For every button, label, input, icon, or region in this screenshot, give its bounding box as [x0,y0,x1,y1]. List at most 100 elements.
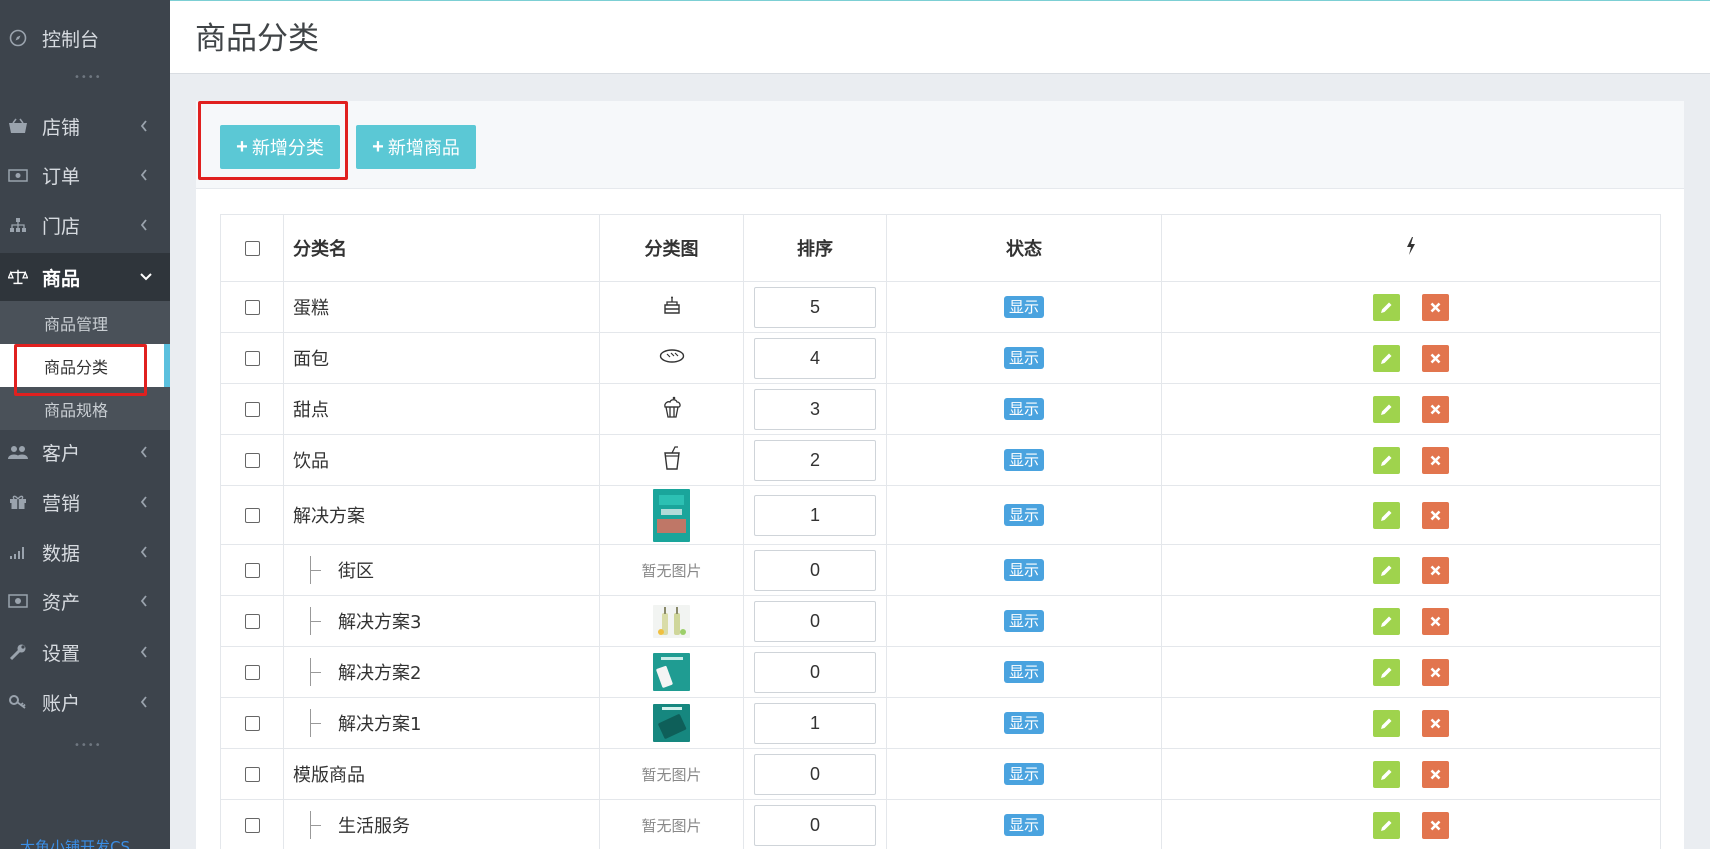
sort-cell [743,383,887,435]
thumb-bottles [653,604,690,638]
table-row: 解决方案1 显示 [220,697,1661,749]
toolbar: + 新增分类 + 新增商品 [196,101,1684,189]
row-check-cell [220,332,284,384]
content-panel: + 新增分类 + 新增商品 分类名 分类图 排序 状态 蛋糕 5 显示 面包 4… [196,101,1684,849]
row-checkbox[interactable] [244,665,260,680]
row-checkbox[interactable] [244,818,260,833]
pencil-icon [1381,404,1392,415]
chevron-left-icon [140,219,154,231]
edit-button[interactable] [1373,760,1400,788]
category-image-cell [599,281,744,333]
row-checkbox[interactable] [244,767,260,782]
add-product-button[interactable]: + 新增商品 [356,125,476,169]
sort-input[interactable] [754,702,876,744]
sidebar-item-data[interactable]: 数据 [0,530,170,574]
sort-input[interactable] [754,439,876,481]
sidebar-item-products[interactable]: 商品 [0,253,170,301]
edit-button[interactable] [1373,344,1400,372]
row-checkbox[interactable] [244,351,260,366]
status-badge[interactable]: 显示 [1003,610,1044,632]
category-name: 解决方案3 [338,612,422,633]
edit-button[interactable] [1373,658,1400,686]
delete-button[interactable] [1422,293,1449,321]
bar-signal-icon [8,545,28,559]
status-badge[interactable]: 显示 [1003,814,1044,836]
edit-button[interactable] [1373,556,1400,584]
delete-button[interactable] [1422,446,1449,474]
sidebar: 控制台 •••• 店铺 订单 门店 商品 商品管理 商品分类 商品规格 客户 营… [0,0,170,849]
sort-input[interactable] [754,388,876,430]
row-checkbox[interactable] [244,453,260,468]
sort-input[interactable] [754,753,876,795]
delete-button[interactable] [1422,811,1449,839]
close-icon [1430,455,1441,465]
delete-button[interactable] [1422,344,1449,372]
select-all-checkbox[interactable] [244,241,260,256]
row-checkbox[interactable] [244,508,260,523]
sidebar-item-account[interactable]: 账户 [0,680,170,724]
sidebar-item-customers[interactable]: 客户 [0,430,170,474]
category-image-cell [599,332,744,384]
row-check-cell [220,485,284,545]
delete-button[interactable] [1422,556,1449,584]
sort-input[interactable] [754,494,876,536]
sidebar-item-marketing[interactable]: 营销 [0,480,170,524]
delete-button[interactable] [1422,658,1449,686]
sidebar-item-orders[interactable]: 订单 [0,153,170,197]
row-checkbox[interactable] [244,614,260,629]
status-badge[interactable]: 显示 [1003,712,1044,734]
sort-input[interactable] [754,600,876,642]
edit-button[interactable] [1373,293,1400,321]
delete-button[interactable] [1422,607,1449,635]
sort-cell [743,332,887,384]
sort-input[interactable] [754,549,876,591]
delete-button[interactable] [1422,709,1449,737]
edit-button[interactable] [1373,709,1400,737]
row-checkbox[interactable] [244,402,260,417]
status-badge[interactable]: 显示 [1003,347,1044,369]
sidebar-item-assets[interactable]: 资产 [0,579,170,623]
delete-button[interactable] [1422,760,1449,788]
sidebar-item-settings[interactable]: 设置 [0,630,170,674]
category-name: 解决方案 [283,485,600,545]
add-product-label: 新增商品 [387,138,460,158]
sort-input[interactable] [754,804,876,846]
edit-button[interactable] [1373,446,1400,474]
highlight-box [14,344,147,396]
status-badge[interactable]: 显示 [1003,504,1044,526]
sidebar-item-dashboard[interactable]: 控制台 [0,16,170,60]
wrench-icon [8,643,28,661]
sort-input[interactable] [754,651,876,693]
edit-button[interactable] [1373,607,1400,635]
status-badge[interactable]: 显示 [1003,661,1044,683]
actions-cell [1161,485,1661,545]
row-checkbox[interactable] [244,563,260,578]
table-row: 甜点 显示 [220,383,1661,435]
pencil-icon [1381,353,1392,364]
status-badge[interactable]: 显示 [1003,296,1044,318]
pencil-icon [1381,302,1392,313]
status-badge[interactable]: 显示 [1003,559,1044,581]
sort-input[interactable] [754,286,876,328]
edit-button[interactable] [1373,395,1400,423]
row-checkbox[interactable] [244,716,260,731]
edit-button[interactable] [1373,811,1400,839]
delete-button[interactable] [1422,501,1449,529]
category-image-cell: 暂无图片 [599,544,744,596]
status-badge[interactable]: 显示 [1003,449,1044,471]
sidebar-item-label: 账户 [42,692,81,715]
category-name-cell: 解决方案2 [283,646,600,698]
sidebar-footer-link[interactable]: 大鱼小铺开发CS [20,836,130,849]
status-badge[interactable]: 显示 [1003,398,1044,420]
sidebar-item-shop[interactable]: 店铺 [0,104,170,148]
sidebar-item-stores[interactable]: 门店 [0,203,170,247]
category-name: 蛋糕 [283,281,600,333]
delete-button[interactable] [1422,395,1449,423]
row-checkbox[interactable] [244,300,260,315]
edit-button[interactable] [1373,501,1400,529]
actions-cell [1161,383,1661,435]
sidebar-subitem-product-manage[interactable]: 商品管理 [0,301,170,344]
sort-input[interactable] [754,337,876,379]
pencil-icon [1381,667,1392,678]
status-badge[interactable]: 显示 [1003,763,1044,785]
